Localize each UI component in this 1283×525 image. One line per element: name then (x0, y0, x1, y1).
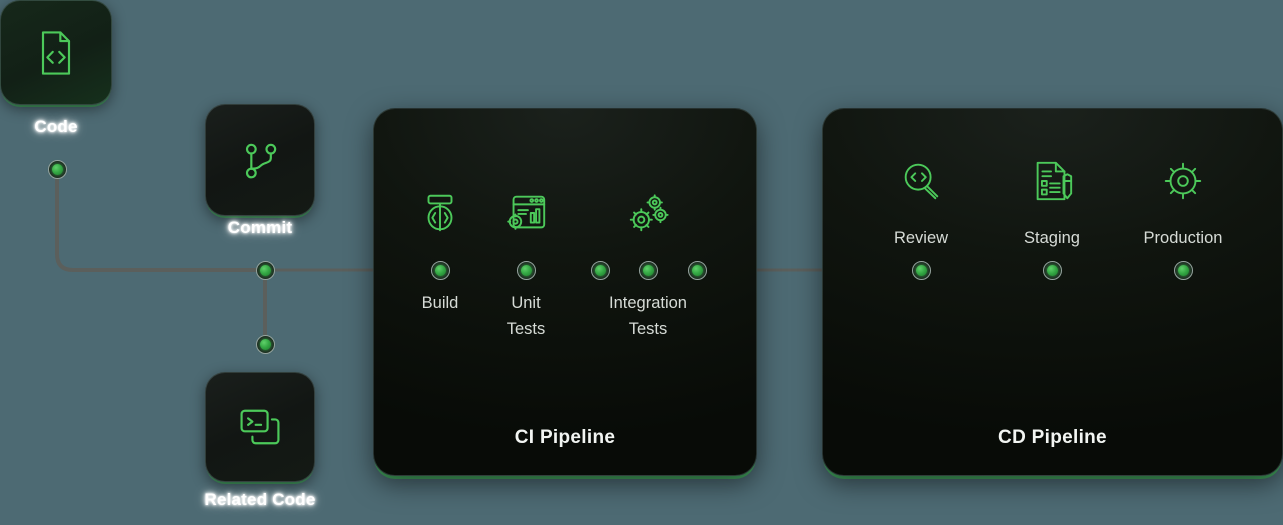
pipeline-dot-ci-1[interactable] (687, 260, 707, 280)
stage-label-build: Build (421, 294, 459, 312)
code-dot[interactable] (47, 159, 67, 179)
hammer-build-icon (417, 190, 463, 236)
node-label-commit: Commit (227, 218, 293, 237)
code-search-icon (898, 158, 944, 204)
stage-dot-build[interactable] (430, 260, 450, 280)
terminal-window-icon (234, 401, 286, 453)
stage-dot-staging[interactable] (1042, 260, 1062, 280)
stage-label-production: Production (1143, 229, 1223, 247)
code-file-icon (30, 27, 82, 79)
node-label-related-code: Related Code (204, 490, 316, 509)
git-branch-icon (234, 134, 286, 186)
node-card-code[interactable] (0, 0, 112, 105)
pipeline-dot-ci-0[interactable] (590, 260, 610, 280)
pipeline-diagram: Code Commit Related Code CI Pipeline Build U… (0, 0, 1283, 525)
stage-label-unit-tests: Unit Tests (506, 294, 546, 339)
related-code-dot[interactable] (255, 334, 275, 354)
pipeline-title-ci: CI Pipeline (514, 427, 616, 448)
pipeline-title-cd: CD Pipeline (998, 427, 1107, 448)
stage-label-integration-tests: Integration Tests (609, 294, 687, 339)
stage-dot-unit-tests[interactable] (516, 260, 536, 280)
test-report-icon (503, 190, 549, 236)
stage-label-review: Review (893, 229, 949, 247)
node-card-related-code[interactable] (205, 372, 315, 482)
gear-icon (1160, 158, 1206, 204)
node-label-code: Code (34, 117, 78, 136)
stage-label-staging: Staging (1024, 229, 1080, 247)
node-card-commit[interactable] (205, 104, 315, 216)
stage-dot-review[interactable] (911, 260, 931, 280)
commit-dot[interactable] (255, 260, 275, 280)
doc-pen-icon (1029, 158, 1075, 204)
gears-icon (625, 190, 671, 236)
stage-dot-integration-tests[interactable] (638, 260, 658, 280)
stage-dot-production[interactable] (1173, 260, 1193, 280)
